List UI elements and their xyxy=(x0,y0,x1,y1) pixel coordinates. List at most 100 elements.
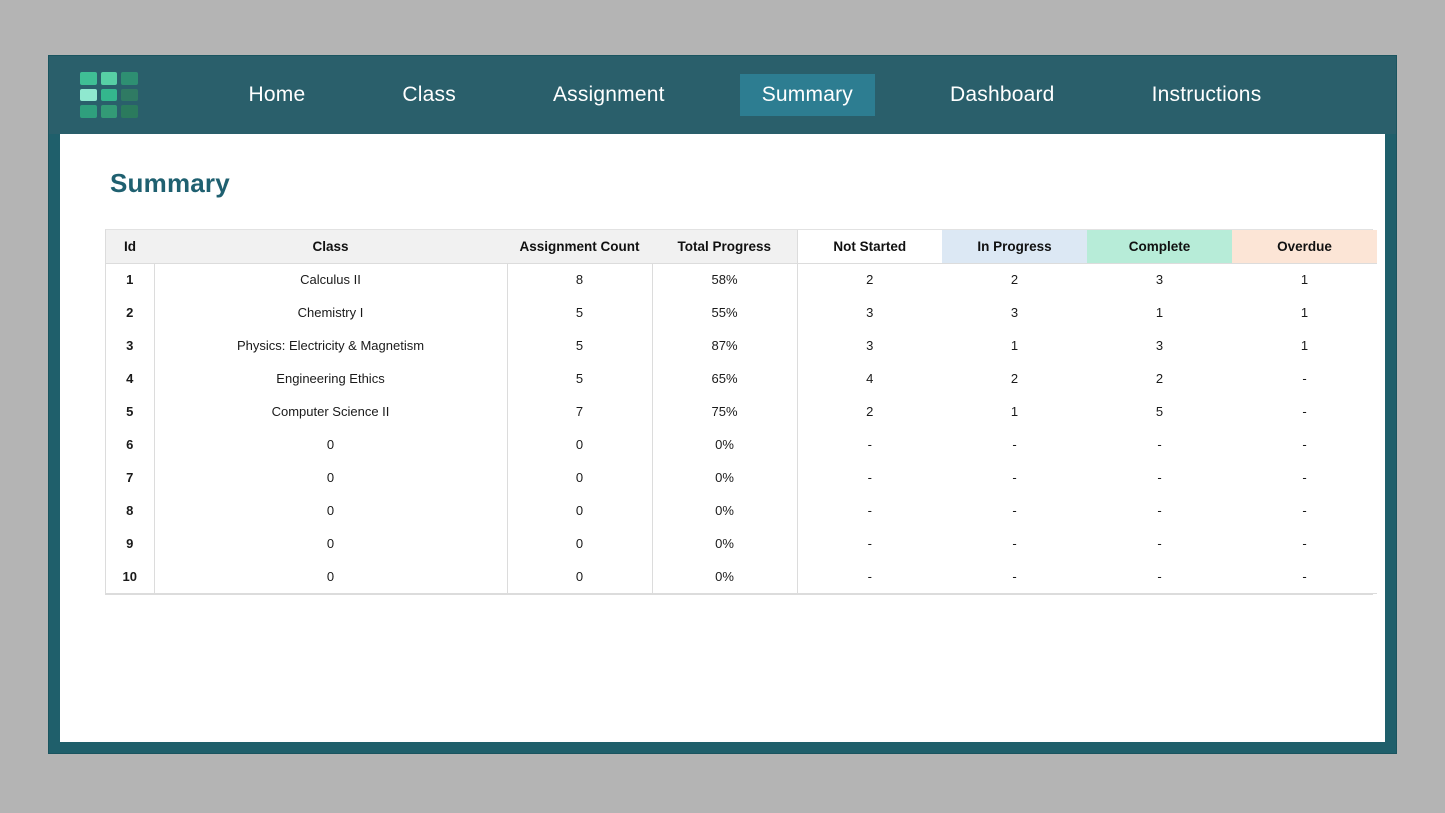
cell-assignment-count: 0 xyxy=(506,461,652,494)
cell-class: Engineering Ethics xyxy=(153,362,507,395)
cell-overdue: 1 xyxy=(1232,263,1377,296)
logo-tile-3 xyxy=(121,72,138,85)
cell-complete: 3 xyxy=(1087,263,1232,296)
column-header-overdue[interactable]: Overdue xyxy=(1232,230,1377,264)
table-row[interactable]: 6 0 0 0% - - - - xyxy=(106,428,1377,461)
column-header-assignment-count[interactable]: Assignment Count xyxy=(507,230,652,264)
cell-complete: 2 xyxy=(1087,362,1232,395)
cell-total-progress: 58% xyxy=(651,263,797,296)
cell-in-progress: 1 xyxy=(942,329,1087,362)
cell-overdue: 1 xyxy=(1232,329,1377,362)
table-row[interactable]: 4 Engineering Ethics 5 65% 4 2 2- xyxy=(106,362,1377,395)
cell-class: Calculus II xyxy=(153,263,507,296)
column-header-complete[interactable]: Complete xyxy=(1087,230,1232,264)
cell-complete: - xyxy=(1087,428,1232,461)
cell-complete: - xyxy=(1087,527,1232,560)
cell-not-started: - xyxy=(796,527,942,560)
column-header-not-started[interactable]: Not Started xyxy=(796,230,942,264)
page-content: Summary Id Class Assignment Count Total … xyxy=(60,134,1385,742)
cell-complete: 1 xyxy=(1087,296,1232,329)
nav-item-list: Home Class Assignment Summary Dashboard Instr… xyxy=(150,74,1385,116)
column-header-class[interactable]: Class xyxy=(154,230,507,264)
logo-tile-1 xyxy=(80,72,97,85)
table-row[interactable]: 2 Chemistry I 5 55% 3 3 1 1 xyxy=(106,296,1377,329)
cell-class: Chemistry I xyxy=(153,296,507,329)
cell-total-progress: 0% xyxy=(651,461,797,494)
table-header: Id Class Assignment Count Total Progress… xyxy=(106,230,1377,264)
logo-tile-2 xyxy=(100,72,118,85)
cell-id: 6 xyxy=(106,428,154,461)
table-row[interactable]: 1 Calculus II 8 58% 2 2 3 1 xyxy=(106,263,1377,296)
nav-item-instructions[interactable]: Instructions xyxy=(1130,74,1284,115)
cell-complete: - xyxy=(1087,494,1232,527)
cell-in-progress: 2 xyxy=(942,362,1087,395)
table-row[interactable]: 3 Physics: Electricity & Magnetism 5 87% 3 1 3… xyxy=(106,329,1377,362)
cell-overdue: - xyxy=(1232,560,1377,594)
column-header-in-progress[interactable]: In Progress xyxy=(942,230,1087,264)
cell-total-progress: 0% xyxy=(651,560,797,594)
cell-complete: - xyxy=(1087,560,1232,594)
cell-not-started: - xyxy=(796,428,942,461)
cell-not-started: - xyxy=(796,494,942,527)
cell-in-progress: - xyxy=(942,527,1087,560)
cell-class: 0 xyxy=(153,527,507,560)
cell-total-progress: 65% xyxy=(651,362,797,395)
logo-tile-5 xyxy=(100,88,118,102)
cell-complete: 3 xyxy=(1087,329,1232,362)
cell-id: 5 xyxy=(106,395,154,428)
cell-id: 1 xyxy=(106,263,154,296)
cell-overdue: - xyxy=(1232,527,1377,560)
nav-item-dashboard[interactable]: Dashboard xyxy=(928,74,1077,115)
cell-not-started: 2 xyxy=(796,395,942,428)
cell-complete: 5 xyxy=(1087,395,1232,428)
cell-id: 2 xyxy=(106,296,154,329)
cell-not-started: 3 xyxy=(796,296,942,329)
cell-assignment-count: 5 xyxy=(506,362,652,395)
table-row[interactable]: 5 Computer Science II 7 75% 2 1 5- xyxy=(106,395,1377,428)
cell-overdue: - xyxy=(1232,428,1377,461)
cell-class: 0 xyxy=(153,461,507,494)
cell-id: 9 xyxy=(106,527,154,560)
cell-in-progress: 3 xyxy=(942,296,1087,329)
column-header-total-progress[interactable]: Total Progress xyxy=(652,230,797,264)
cell-not-started: - xyxy=(796,560,942,594)
nav-item-assignment[interactable]: Assignment xyxy=(531,74,687,115)
logo-tile-6 xyxy=(121,88,138,102)
cell-assignment-count: 8 xyxy=(506,263,652,296)
cell-overdue: 1 xyxy=(1232,296,1377,329)
cell-overdue: - xyxy=(1232,362,1377,395)
nav-item-class[interactable]: Class xyxy=(380,74,478,115)
app-logo-icon xyxy=(80,72,138,118)
logo-tile-8 xyxy=(100,105,118,118)
cell-overdue: - xyxy=(1232,494,1377,527)
nav-item-summary[interactable]: Summary xyxy=(739,74,875,116)
table-row[interactable]: 10 0 0 0% - - - - xyxy=(106,560,1377,594)
logo-tile-7 xyxy=(80,105,97,118)
cell-total-progress: 0% xyxy=(651,527,797,560)
column-header-id[interactable]: Id xyxy=(106,230,154,264)
app-window: Home Class Assignment Summary Dashboard Instr… xyxy=(49,56,1396,753)
cell-class: 0 xyxy=(153,494,507,527)
cell-assignment-count: 0 xyxy=(506,428,652,461)
summary-table-container: Id Class Assignment Count Total Progress… xyxy=(105,229,1377,595)
cell-assignment-count: 0 xyxy=(506,494,652,527)
summary-table: Id Class Assignment Count Total Progress… xyxy=(106,230,1377,594)
cell-in-progress: 2 xyxy=(942,263,1087,296)
cell-not-started: 4 xyxy=(796,362,942,395)
cell-not-started: 2 xyxy=(796,263,942,296)
table-row[interactable]: 8 0 0 0% - - - - xyxy=(106,494,1377,527)
cell-id: 7 xyxy=(106,461,154,494)
cell-assignment-count: 5 xyxy=(506,329,652,362)
cell-class: 0 xyxy=(153,428,507,461)
cell-class: Computer Science II xyxy=(153,395,507,428)
nav-item-home[interactable]: Home xyxy=(227,74,328,115)
cell-id: 4 xyxy=(106,362,154,395)
cell-assignment-count: 7 xyxy=(506,395,652,428)
table-row[interactable]: 7 0 0 0% - - - - xyxy=(106,461,1377,494)
cell-assignment-count: 0 xyxy=(506,527,652,560)
cell-id: 3 xyxy=(106,329,154,362)
cell-total-progress: 0% xyxy=(651,494,797,527)
table-row[interactable]: 9 0 0 0% - - - - xyxy=(106,527,1377,560)
cell-total-progress: 75% xyxy=(651,395,797,428)
cell-in-progress: - xyxy=(942,428,1087,461)
